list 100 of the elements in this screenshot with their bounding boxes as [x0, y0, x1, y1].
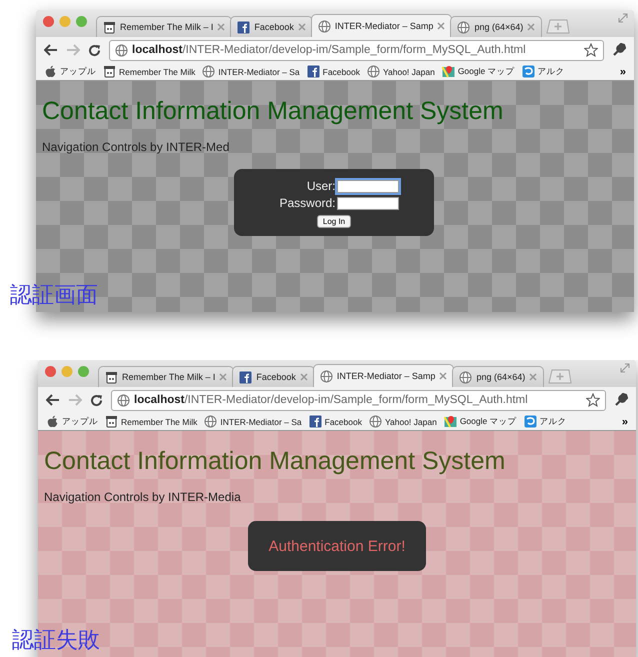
- browser-tab[interactable]: INTER-Mediator – Samp: [312, 364, 454, 387]
- address-bar[interactable]: localhost/INTER-Mediator/develop-im/Sample_form/form_MySQL_Auth.html: [111, 390, 606, 410]
- browser-tab[interactable]: Facebook: [230, 16, 313, 37]
- close-icon[interactable]: [300, 373, 308, 381]
- apple-icon: [46, 415, 59, 428]
- close-icon[interactable]: [219, 373, 228, 381]
- field-label: User:: [306, 179, 336, 193]
- bookmark-label[interactable]: Facebook: [324, 416, 362, 426]
- bookmark-item[interactable]: Facebook: [306, 65, 360, 78]
- bookmark-item[interactable]: INTER-Mediator – Sa: [202, 65, 300, 78]
- navigation-text: Navigation Controls by INTER-Med: [42, 140, 230, 154]
- bookmark-item[interactable]: アルク: [524, 415, 567, 428]
- caption-text: 認証失敗: [12, 626, 100, 654]
- bookmark-label[interactable]: アルク: [538, 66, 565, 78]
- bookmark-item[interactable]: Yahoo! Japan: [366, 65, 435, 78]
- close-icon[interactable]: [217, 23, 226, 31]
- password-field[interactable]: [336, 196, 399, 210]
- browser-tab[interactable]: Remember The Milk – I: [98, 366, 234, 387]
- swirl-icon: [524, 415, 537, 428]
- reload-icon[interactable]: [88, 44, 101, 56]
- browser-tab[interactable]: INTER-Mediator – Samp: [310, 14, 452, 37]
- back-icon[interactable]: [44, 44, 58, 56]
- bookmark-item[interactable]: INTER-Mediator – Sa: [204, 415, 302, 428]
- bookmark-item[interactable]: アップル: [44, 65, 96, 78]
- bookmark-label[interactable]: アップル: [62, 416, 98, 428]
- bookmark-label[interactable]: アップル: [60, 66, 96, 78]
- bookmark-item[interactable]: Yahoo! Japan: [368, 415, 437, 428]
- globe-icon: [202, 65, 216, 78]
- tab-title[interactable]: Remember The Milk – I: [122, 372, 216, 382]
- bookmark-label[interactable]: Remember The Milk: [121, 416, 198, 426]
- globe-icon: [318, 20, 331, 32]
- bookmark-item[interactable]: Remember The Milk: [105, 415, 198, 428]
- bookmark-label[interactable]: アルク: [540, 416, 567, 428]
- bookmark-label[interactable]: Google マップ: [458, 66, 515, 78]
- login-button[interactable]: Log In: [316, 215, 352, 228]
- jar-icon: [105, 415, 118, 428]
- window-controls-drawing[interactable]: [44, 365, 90, 378]
- bookmark-item[interactable]: アルク: [522, 65, 565, 78]
- navigation-text: Navigation Controls by INTER-Media: [44, 490, 241, 504]
- reload-icon[interactable]: [90, 394, 103, 406]
- tab-title[interactable]: Remember The Milk – I: [120, 22, 214, 32]
- bookmark-label[interactable]: Yahoo! Japan: [384, 416, 437, 426]
- jar-icon: [105, 370, 118, 384]
- jar-icon: [103, 65, 116, 78]
- back-icon[interactable]: [46, 394, 60, 406]
- new-tab-icon[interactable]: [548, 369, 572, 384]
- browser-tab[interactable]: png (64×64): [450, 16, 542, 37]
- bookmark-label[interactable]: Google マップ: [460, 416, 517, 428]
- window-controls-drawing[interactable]: [42, 15, 88, 28]
- forward-icon[interactable]: [66, 44, 80, 56]
- close-icon[interactable]: [439, 372, 448, 380]
- facebook-icon: [306, 65, 320, 78]
- close-icon[interactable]: [529, 373, 538, 381]
- close-icon[interactable]: [437, 22, 446, 30]
- page-heading: Contact Information Management System: [42, 97, 504, 126]
- star-icon[interactable]: [586, 393, 600, 407]
- bookmark-label[interactable]: Yahoo! Japan: [382, 66, 435, 76]
- bookmark-label[interactable]: Facebook: [322, 66, 360, 76]
- bookmark-item[interactable]: アップル: [46, 415, 98, 428]
- tab-title[interactable]: Facebook: [254, 22, 294, 32]
- browser-tab[interactable]: Remember The Milk – I: [96, 16, 232, 37]
- close-icon[interactable]: [527, 23, 536, 31]
- map-pin-icon: [442, 65, 455, 78]
- tab-title[interactable]: INTER-Mediator – Samp: [334, 21, 434, 31]
- username-field[interactable]: [336, 180, 399, 192]
- browser-tab[interactable]: png (64×64): [452, 366, 544, 387]
- more-bookmarks-button[interactable]: »: [620, 66, 626, 78]
- page-heading: Contact Information Management System: [44, 447, 506, 476]
- tab-title[interactable]: INTER-Mediator – Samp: [336, 371, 436, 381]
- globe-icon: [368, 415, 382, 428]
- expand-icon: [618, 13, 628, 23]
- globe-icon: [366, 65, 380, 78]
- more-bookmarks-button[interactable]: »: [622, 416, 628, 428]
- bookmark-item[interactable]: Facebook: [308, 415, 362, 428]
- apple-icon: [44, 65, 57, 78]
- swirl-icon: [522, 65, 535, 78]
- star-icon[interactable]: [584, 43, 598, 57]
- globe-icon: [115, 44, 128, 56]
- facebook-icon: [237, 20, 250, 34]
- forward-icon[interactable]: [68, 394, 82, 406]
- facebook-icon: [308, 415, 322, 428]
- expand-icon: [620, 363, 630, 373]
- tab-title[interactable]: png (64×64): [474, 22, 524, 32]
- bookmark-label[interactable]: INTER-Mediator – Sa: [218, 66, 300, 76]
- tab-title[interactable]: Facebook: [256, 372, 296, 382]
- new-tab-icon[interactable]: [546, 19, 570, 34]
- close-icon[interactable]: [298, 23, 306, 31]
- bookmark-label[interactable]: INTER-Mediator – Sa: [220, 416, 302, 426]
- facebook-icon: [239, 370, 252, 384]
- globe-icon: [117, 394, 130, 406]
- tab-title[interactable]: png (64×64): [476, 372, 526, 382]
- browser-tab[interactable]: Facebook: [232, 366, 315, 387]
- address-bar[interactable]: localhost/INTER-Mediator/develop-im/Sample_form/form_MySQL_Auth.html: [109, 40, 604, 60]
- bookmark-item[interactable]: Remember The Milk: [103, 65, 196, 78]
- bookmark-item[interactable]: Google マップ: [444, 415, 517, 428]
- bookmark-item[interactable]: Google マップ: [442, 65, 515, 78]
- bookmark-label[interactable]: Remember The Milk: [119, 66, 196, 76]
- field-label: Password:: [279, 196, 336, 210]
- globe-icon: [457, 20, 470, 34]
- error-message: Authentication Error!: [268, 538, 406, 554]
